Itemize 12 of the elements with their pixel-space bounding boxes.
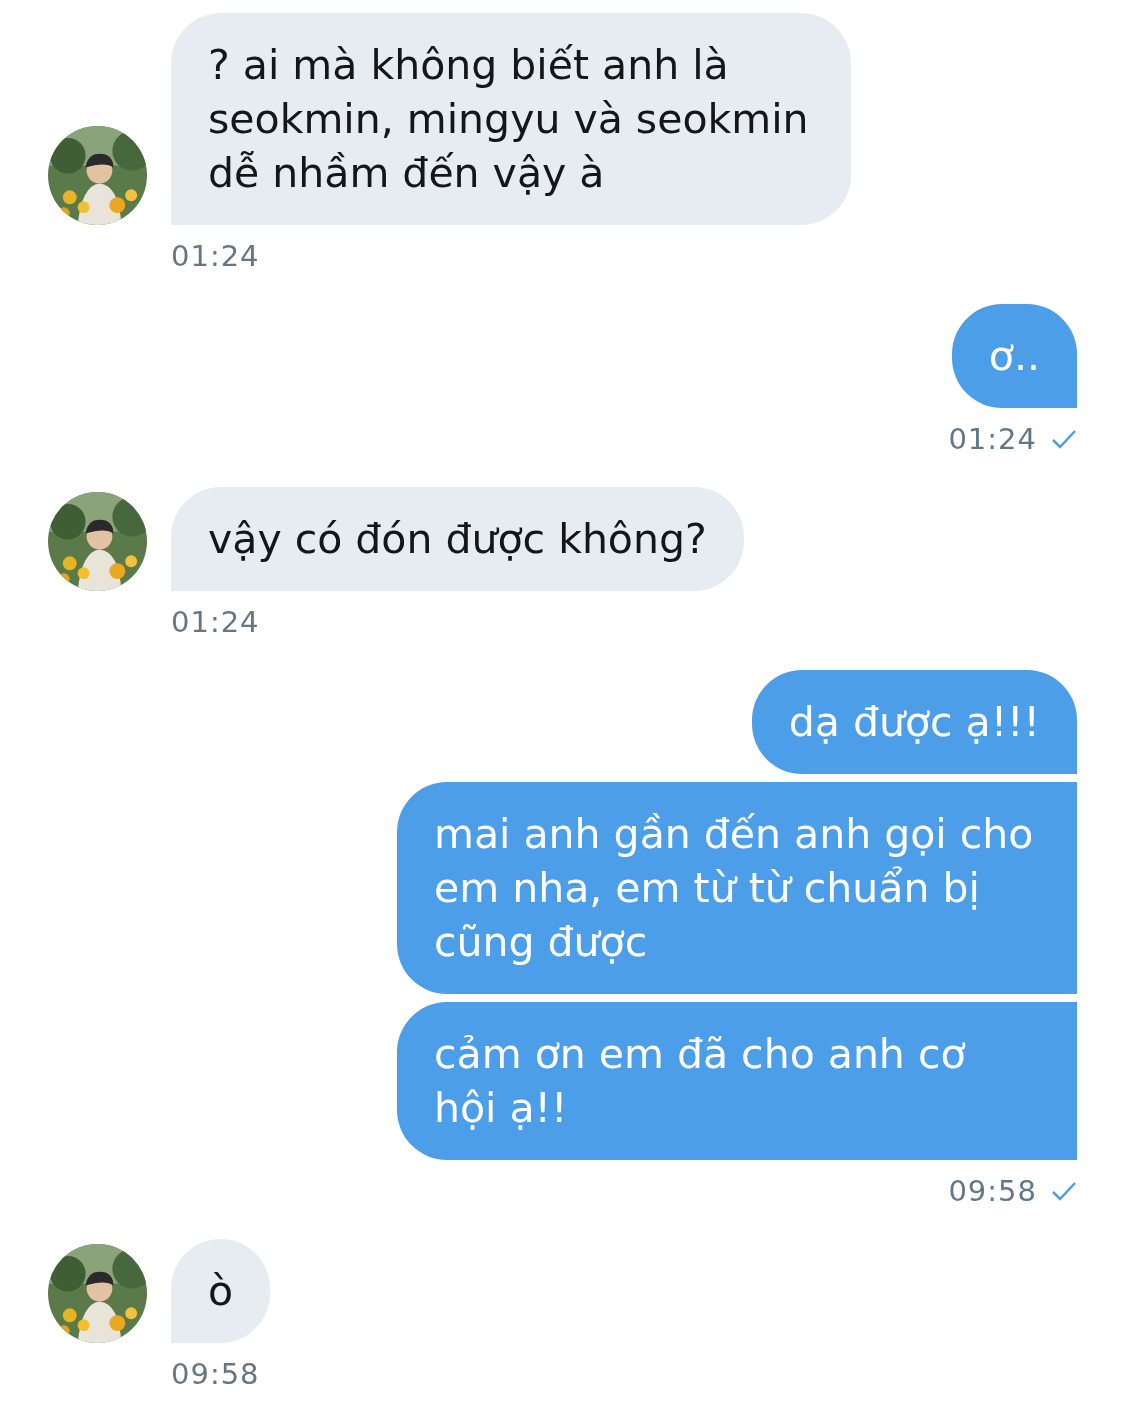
- message-bubble: ò: [171, 1239, 271, 1343]
- message-time: 09:58: [948, 1174, 1037, 1208]
- message-time: 01:24: [948, 422, 1037, 456]
- message-bubble: cảm ơn em đã cho anh cơ hội ạ!!: [397, 1002, 1077, 1160]
- message-bubble: dạ được ạ!!!: [751, 670, 1077, 774]
- message-bubble: ơ..: [951, 304, 1077, 408]
- message-time: 09:58: [171, 1357, 260, 1391]
- message-bubble: ? ai mà không biết anh là seokmin, mingyu và seokmin dễ nhầm đến vậy à: [171, 13, 851, 225]
- message-time: 01:24: [171, 239, 260, 273]
- message-bubble: vậy có đón được không?: [171, 487, 744, 591]
- message-bubble: mai anh gần đến anh gọi cho em nha, em từ từ chuẩn bị cũng được: [397, 782, 1077, 994]
- message-time: 01:24: [171, 605, 260, 639]
